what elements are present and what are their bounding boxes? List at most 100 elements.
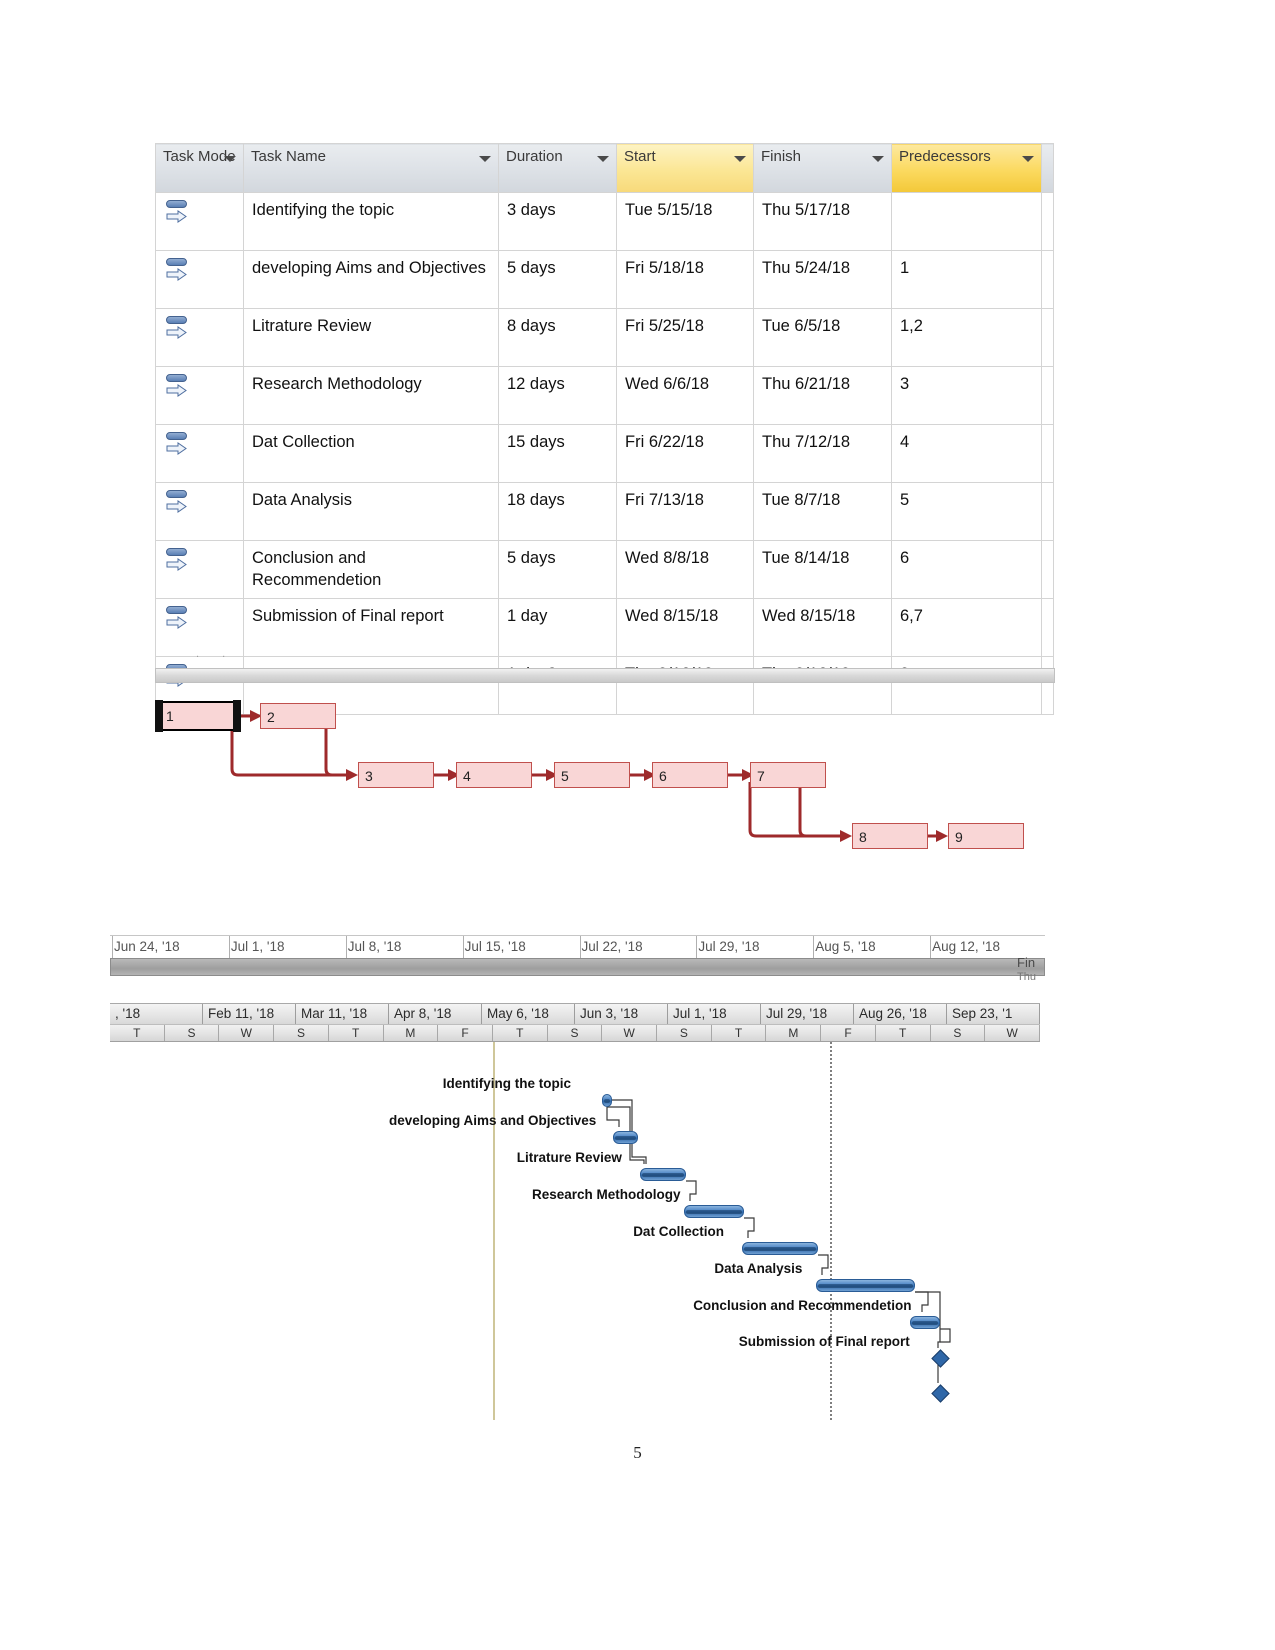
selection-handle-right[interactable] [233,700,241,732]
gantt-task-bar[interactable] [613,1131,638,1144]
gantt-body[interactable]: Identifying the topic developing Aims and… [110,1042,1040,1420]
network-node-9[interactable]: 9 [948,823,1024,849]
chevron-down-icon[interactable] [597,156,609,162]
cell-finish[interactable]: Thu 6/21/18 [753,366,892,425]
network-node-7[interactable]: 7 [750,762,826,788]
cell-predecessors[interactable]: 5 [891,482,1042,541]
cell-predecessors[interactable]: 1,2 [891,308,1042,367]
column-header-overflow[interactable] [1041,143,1054,193]
cell-duration[interactable]: 18 days [498,482,617,541]
selection-handle-left[interactable] [155,700,163,732]
cell-task-mode[interactable] [155,250,244,309]
cell-predecessors[interactable]: 3 [891,366,1042,425]
cell-start[interactable]: Fri 5/18/18 [616,250,754,309]
column-header-start[interactable]: Start [616,143,754,193]
column-header-task-mode[interactable]: Task Mode [155,143,244,193]
table-row[interactable]: Research Methodology 12 days Wed 6/6/18 Thu… [155,366,1054,425]
gantt-day-header[interactable]: TSWSTMFTSWSTMFTSW [110,1025,1040,1042]
task-table[interactable]: Task Mode Task Name Duration Start Finis… [155,143,1054,715]
network-node-3[interactable]: 3 [358,762,434,788]
timeline-ruler[interactable]: Jun 24, '18 Jul 1, '18 Jul 8, '18 Jul 15, '… [110,935,1045,976]
cell-finish[interactable]: Thu 7/12/18 [753,424,892,483]
cell-duration[interactable]: 5 days [498,540,617,599]
column-header-task-name[interactable]: Task Name [243,143,499,193]
horizontal-scrollbar[interactable] [155,668,1055,683]
cell-start[interactable]: Wed 6/6/18 [616,366,754,425]
cell-task-mode[interactable] [155,192,244,251]
timeline-tick [930,936,932,958]
cell-finish[interactable]: Thu 5/24/18 [753,250,892,309]
column-header-predecessors[interactable]: Predecessors [891,143,1042,193]
chevron-down-icon[interactable] [224,156,236,162]
auto-schedule-icon [164,315,196,345]
gantt-month-header[interactable]: , '18 Feb 11, '18 Mar 11, '18 Apr 8, '18 May… [110,1003,1040,1025]
cell-task-name[interactable]: Research Methodology [243,366,499,425]
gantt-milestone-marker[interactable] [931,1349,950,1368]
cell-duration[interactable]: 8 days [498,308,617,367]
cell-finish[interactable]: Thu 5/17/18 [753,192,892,251]
cell-duration[interactable]: 5 days [498,250,617,309]
cell-start[interactable]: Tue 5/15/18 [616,192,754,251]
gantt-task-bar[interactable] [602,1094,612,1107]
gantt-task-bar[interactable] [684,1205,744,1218]
cell-task-name[interactable]: Submission of Final report [243,598,499,657]
network-node-6[interactable]: 6 [652,762,728,788]
network-node-5[interactable]: 5 [554,762,630,788]
cell-predecessors[interactable]: 4 [891,424,1042,483]
gantt-task-bar[interactable] [910,1316,940,1329]
cell-start[interactable]: Wed 8/8/18 [616,540,754,599]
gantt-task-bar[interactable] [816,1279,915,1292]
cell-predecessors[interactable]: 1 [891,250,1042,309]
cell-task-name[interactable]: Identifying the topic [243,192,499,251]
gantt-milestone-marker[interactable] [931,1384,950,1403]
cell-task-name[interactable]: Dat Collection [243,424,499,483]
chevron-down-icon[interactable] [734,156,746,162]
cell-duration[interactable]: 3 days [498,192,617,251]
chevron-down-icon[interactable] [872,156,884,162]
cell-duration[interactable]: 1 day [498,598,617,657]
cell-duration[interactable]: 12 days [498,366,617,425]
gantt-chart[interactable]: , '18 Feb 11, '18 Mar 11, '18 Apr 8, '18 May… [110,1003,1040,1423]
network-diagram[interactable]: 1 2 3 4 5 6 7 8 9 [150,690,1050,870]
cell-task-name[interactable]: Litrature Review [243,308,499,367]
cell-duration[interactable]: 15 days [498,424,617,483]
cell-task-name[interactable]: Conclusion and Recommendetion [243,540,499,599]
table-row[interactable]: Submission of Final report 1 day Wed 8/15/… [155,598,1054,657]
chevron-down-icon[interactable] [1022,156,1034,162]
cell-start[interactable]: Fri 5/25/18 [616,308,754,367]
cell-finish[interactable]: Wed 8/15/18 [753,598,892,657]
table-row[interactable]: Dat Collection 15 days Fri 6/22/18 Thu 7/12… [155,424,1054,483]
timeline-band[interactable] [110,958,1045,976]
network-node-1[interactable]: 1 [155,700,241,732]
cell-finish[interactable]: Tue 6/5/18 [753,308,892,367]
column-header-finish[interactable]: Finish [753,143,892,193]
cell-start[interactable]: Fri 7/13/18 [616,482,754,541]
table-row[interactable]: Conclusion and Recommendetion 5 days Wed 8… [155,540,1054,599]
cell-predecessors[interactable] [891,192,1042,251]
project-task-grid[interactable]: Task Mode Task Name Duration Start Finis… [155,143,1054,715]
chevron-down-icon[interactable] [479,156,491,162]
cell-task-name[interactable]: developing Aims and Objectives [243,250,499,309]
cell-task-name[interactable]: Data Analysis [243,482,499,541]
cell-predecessors[interactable]: 6 [891,540,1042,599]
table-row[interactable]: Identifying the topic 3 days Tue 5/15/18 Th… [155,192,1054,251]
cell-start[interactable]: Fri 6/22/18 [616,424,754,483]
gantt-task-bar[interactable] [640,1168,686,1181]
table-row[interactable]: Data Analysis 18 days Fri 7/13/18 Tue 8/7/1… [155,482,1054,541]
network-node-4[interactable]: 4 [456,762,532,788]
network-node-8[interactable]: 8 [852,823,928,849]
cell-task-mode[interactable] [155,366,244,425]
cell-task-mode[interactable] [155,424,244,483]
cell-finish[interactable]: Tue 8/14/18 [753,540,892,599]
cell-task-mode[interactable] [155,540,244,599]
table-row[interactable]: Litrature Review 8 days Fri 5/25/18 Tue 6/5… [155,308,1054,367]
cell-predecessors[interactable]: 6,7 [891,598,1042,657]
cell-task-mode[interactable] [155,482,244,541]
cell-task-mode[interactable] [155,308,244,367]
network-node-2[interactable]: 2 [260,703,336,729]
cell-start[interactable]: Wed 8/15/18 [616,598,754,657]
table-row[interactable]: developing Aims and Objectives 5 days Fri … [155,250,1054,309]
cell-finish[interactable]: Tue 8/7/18 [753,482,892,541]
column-header-duration[interactable]: Duration [498,143,617,193]
gantt-task-bar[interactable] [742,1242,818,1255]
